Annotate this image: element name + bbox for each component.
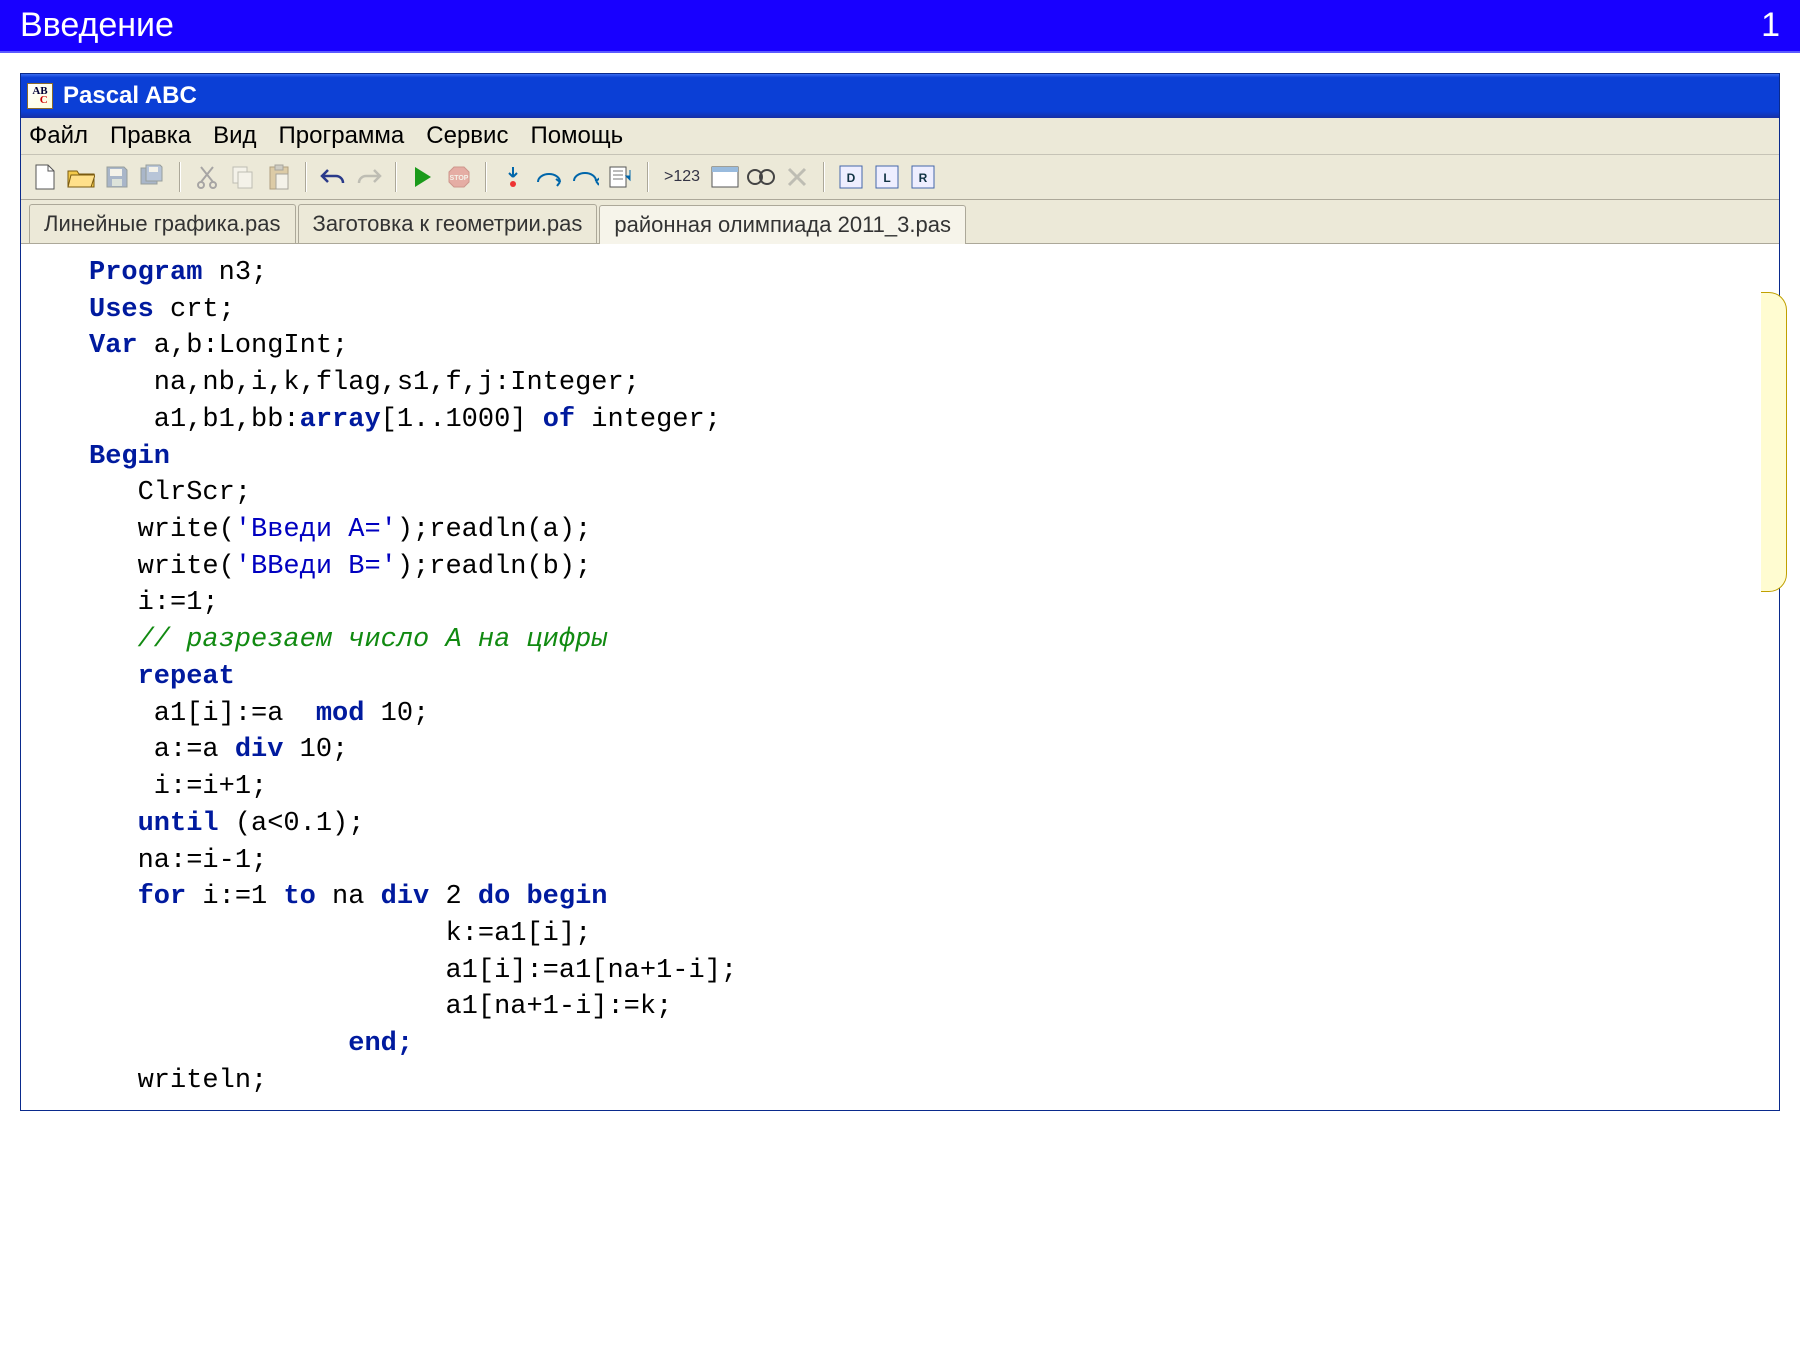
title-bar: ABC Pascal ABC [21, 74, 1779, 118]
menu-help[interactable]: Помощь [530, 122, 623, 150]
code-keyword: array [300, 405, 381, 435]
stop-icon[interactable]: STOP [443, 161, 475, 193]
code-text: crt; [154, 295, 235, 325]
run-to-cursor-icon[interactable] [605, 161, 637, 193]
code-keyword: do begin [478, 882, 608, 912]
code-text: write( [89, 515, 235, 545]
code-keyword: Program [89, 258, 202, 288]
open-file-icon[interactable] [65, 161, 97, 193]
step-over-icon[interactable] [533, 161, 565, 193]
code-text: na:=i-1; [89, 846, 267, 876]
code-keyword: repeat [89, 662, 235, 692]
svg-text:L: L [883, 171, 890, 185]
code-text: );readln(b); [397, 552, 591, 582]
tab-file-2[interactable]: Заготовка к геометрии.pas [298, 204, 598, 243]
toolbar-separator [485, 162, 487, 192]
code-keyword: end; [89, 1029, 413, 1059]
svg-text:R: R [919, 171, 928, 185]
declarations-icon[interactable]: D [835, 161, 867, 193]
code-text: integer; [575, 405, 721, 435]
output-window-icon[interactable] [709, 161, 741, 193]
toolbar-separator [823, 162, 825, 192]
code-text: a1[i]:=a [89, 699, 316, 729]
menu-edit[interactable]: Правка [110, 122, 191, 150]
code-keyword: Begin [89, 442, 170, 472]
code-keyword: Var [89, 331, 138, 361]
code-text: (a<0.1); [219, 809, 365, 839]
menu-bar: Файл Правка Вид Программа Сервис Помощь [21, 118, 1779, 155]
code-text: i:=i+1; [89, 772, 267, 802]
save-icon[interactable] [101, 161, 133, 193]
toolbar-separator [647, 162, 649, 192]
undo-icon[interactable] [317, 161, 349, 193]
show-values-icon[interactable]: >123 [659, 161, 705, 193]
registers-icon[interactable]: R [907, 161, 939, 193]
svg-text:STOP: STOP [450, 175, 469, 182]
code-text: n3; [202, 258, 267, 288]
code-keyword: div [235, 735, 284, 765]
window-title: Pascal ABC [63, 82, 197, 110]
menu-program[interactable]: Программа [279, 122, 405, 150]
code-text: 10; [364, 699, 429, 729]
menu-file[interactable]: Файл [29, 122, 88, 150]
menu-service[interactable]: Сервис [426, 122, 508, 150]
code-text: k:=a1[i]; [89, 919, 591, 949]
slide-title: Введение [20, 6, 174, 45]
toolbar-separator [305, 162, 307, 192]
code-text: na,nb,i,k,flag,s1,f,j:Integer; [89, 368, 640, 398]
code-keyword: mod [316, 699, 365, 729]
new-file-icon[interactable] [29, 161, 61, 193]
code-string: 'ВВеди B=' [235, 552, 397, 582]
save-all-icon[interactable] [137, 161, 169, 193]
code-text: 10; [283, 735, 348, 765]
code-text: i:=1; [89, 588, 219, 618]
watch-icon[interactable] [745, 161, 777, 193]
step-out-icon[interactable] [569, 161, 601, 193]
code-text: [1..1000] [381, 405, 543, 435]
code-text: a:=a [89, 735, 235, 765]
code-keyword: to [283, 882, 315, 912]
code-text: a,b:LongInt; [138, 331, 349, 361]
code-text: ClrScr; [89, 478, 251, 508]
ide-window: ABC Pascal ABC Файл Правка Вид Программа… [20, 73, 1780, 1111]
app-icon: ABC [27, 83, 53, 109]
code-text: a1[na+1-i]:=k; [89, 992, 672, 1022]
code-keyword: for [89, 882, 186, 912]
step-into-icon[interactable] [497, 161, 529, 193]
slide-page-number: 1 [1761, 6, 1780, 45]
code-comment: // разрезаем число A на цифры [89, 625, 607, 655]
code-text: );readln(a); [397, 515, 591, 545]
code-string: 'Введи A=' [235, 515, 397, 545]
file-tabs: Линейные графика.pas Заготовка к геометр… [21, 200, 1779, 244]
code-text: na [316, 882, 381, 912]
menu-view[interactable]: Вид [213, 122, 256, 150]
paste-icon[interactable] [263, 161, 295, 193]
toolbar-separator [395, 162, 397, 192]
code-text: a1,b1,bb: [89, 405, 300, 435]
svg-text:D: D [847, 171, 856, 185]
code-text: 2 [429, 882, 478, 912]
cut-icon[interactable] [191, 161, 223, 193]
code-text: writeln; [89, 1066, 267, 1096]
redo-icon[interactable] [353, 161, 385, 193]
toolbar: STOP >123 D L [21, 155, 1779, 200]
toolbar-separator [179, 162, 181, 192]
code-text: a1[i]:=a1[na+1-i]; [89, 956, 737, 986]
slide-header: Введение 1 [0, 0, 1800, 53]
sticky-note [1761, 292, 1787, 592]
delete-icon[interactable] [781, 161, 813, 193]
locals-icon[interactable]: L [871, 161, 903, 193]
copy-icon[interactable] [227, 161, 259, 193]
code-keyword: div [381, 882, 430, 912]
run-icon[interactable] [407, 161, 439, 193]
tab-file-3[interactable]: районная олимпиада 2011_3.pas [599, 205, 966, 244]
code-editor[interactable]: Program n3; Uses crt; Var a,b:LongInt; n… [21, 244, 1779, 1110]
code-keyword: until [89, 809, 219, 839]
code-text: i:=1 [186, 882, 283, 912]
tab-file-1[interactable]: Линейные графика.pas [29, 204, 296, 243]
code-text: write( [89, 552, 235, 582]
code-keyword: of [543, 405, 575, 435]
code-keyword: Uses [89, 295, 154, 325]
